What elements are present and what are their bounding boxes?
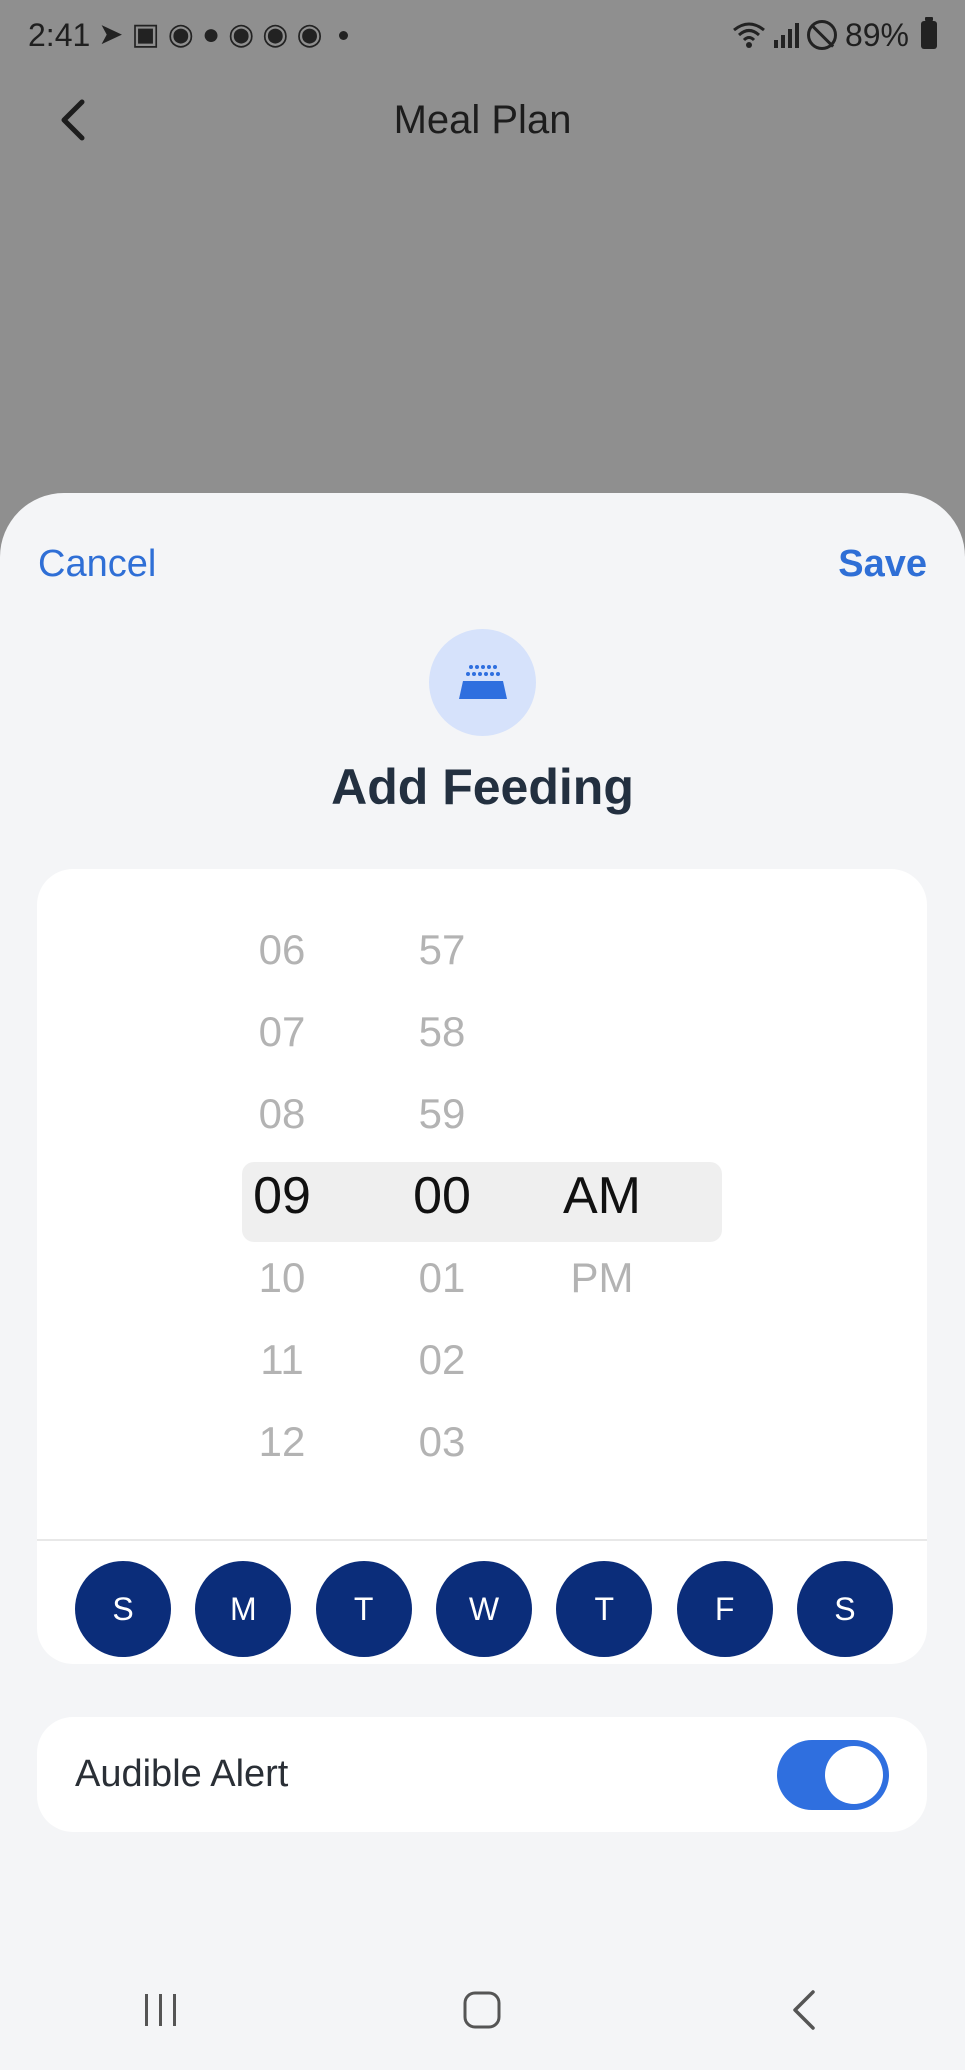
hour-selected[interactable]: 09 xyxy=(202,1155,362,1237)
hour-option[interactable]: 07 xyxy=(202,991,362,1073)
day-monday[interactable]: M xyxy=(195,1561,292,1657)
more-notifications-dot-icon xyxy=(338,30,348,40)
status-time: 2:41 xyxy=(28,16,91,53)
period-selected[interactable]: AM xyxy=(522,1155,682,1237)
save-button[interactable]: Save xyxy=(838,543,927,586)
hour-wheel[interactable]: 06 07 08 09 10 11 12 xyxy=(202,909,362,1483)
home-button[interactable] xyxy=(422,1960,542,2060)
sheet-actions: Cancel Save xyxy=(38,543,927,586)
audible-alert-row: Audible Alert xyxy=(37,1717,927,1832)
page-title: Meal Plan xyxy=(393,97,572,142)
threads-icon: ◉ xyxy=(167,18,194,51)
home-icon xyxy=(463,1991,501,2029)
signal-icon xyxy=(773,22,799,48)
minute-option[interactable]: 02 xyxy=(362,1319,522,1401)
discord-icon: ◉ xyxy=(228,18,255,51)
minute-option[interactable]: 57 xyxy=(362,909,522,991)
recent-apps-icon xyxy=(144,1994,176,2026)
recent-apps-button[interactable] xyxy=(101,1960,221,2060)
status-right: 89% xyxy=(732,17,937,54)
period-wheel[interactable]: AM PM xyxy=(522,909,682,1319)
minute-wheel[interactable]: 57 58 59 00 01 02 03 xyxy=(362,909,522,1483)
app-n-icon: ▣ xyxy=(131,18,160,51)
minute-selected[interactable]: 00 xyxy=(362,1155,522,1237)
minute-option[interactable]: 01 xyxy=(362,1237,522,1319)
minute-option[interactable]: 58 xyxy=(362,991,522,1073)
message-icon: ● xyxy=(201,18,221,51)
do-not-disturb-icon xyxy=(806,20,837,50)
day-thursday[interactable]: T xyxy=(556,1561,653,1657)
telegram-icon: ➤ xyxy=(98,18,124,51)
audible-alert-label: Audible Alert xyxy=(75,1753,289,1795)
minute-option[interactable]: 03 xyxy=(362,1401,522,1483)
period-empty xyxy=(522,991,682,1073)
day-selector: S M T W T F S xyxy=(75,1561,893,1657)
day-saturday[interactable]: S xyxy=(796,1561,893,1657)
day-sunday[interactable]: S xyxy=(75,1561,171,1657)
sheet-title: Add Feeding xyxy=(331,759,634,815)
period-empty xyxy=(522,909,682,991)
period-empty xyxy=(522,1073,682,1155)
hour-option[interactable]: 10 xyxy=(202,1237,362,1319)
battery-icon xyxy=(921,17,937,49)
picker-divider xyxy=(37,1539,927,1541)
toggle-knob xyxy=(825,1745,883,1804)
day-wednesday[interactable]: W xyxy=(435,1561,532,1657)
minute-option[interactable]: 59 xyxy=(362,1073,522,1155)
day-tuesday[interactable]: T xyxy=(315,1561,412,1657)
hour-option[interactable]: 12 xyxy=(202,1401,362,1483)
feeder-bowl-icon xyxy=(458,664,507,699)
discord-icon-3: ◉ xyxy=(296,18,323,51)
cancel-button[interactable]: Cancel xyxy=(38,543,156,586)
time-picker-card: 06 07 08 09 10 11 12 57 58 59 00 01 02 0… xyxy=(37,869,927,1664)
day-friday[interactable]: F xyxy=(676,1561,773,1657)
hour-option[interactable]: 06 xyxy=(202,909,362,991)
status-left: 2:41 ➤ ▣ ◉ ● ◉ ◉ ◉ xyxy=(28,17,348,54)
status-bar: 2:41 ➤ ▣ ◉ ● ◉ ◉ ◉ 89% xyxy=(0,0,965,70)
header: Meal Plan xyxy=(0,75,965,165)
feeder-icon-badge xyxy=(429,629,536,736)
hour-option[interactable]: 11 xyxy=(202,1319,362,1401)
screen: 2:41 ➤ ▣ ◉ ● ◉ ◉ ◉ 89% Meal Plan Cancel … xyxy=(0,0,965,2070)
hour-option[interactable]: 08 xyxy=(202,1073,362,1155)
period-option[interactable]: PM xyxy=(522,1237,682,1319)
battery-percent: 89% xyxy=(844,16,909,53)
back-arrow-icon xyxy=(793,1990,815,2030)
system-back-button[interactable] xyxy=(744,1960,864,2060)
wifi-icon xyxy=(733,22,765,48)
audible-alert-toggle[interactable] xyxy=(777,1739,889,1810)
add-feeding-sheet: Cancel Save Add Feeding 06 07 08 09 10 1… xyxy=(0,493,965,2070)
chevron-left-icon xyxy=(61,99,85,141)
system-nav-bar xyxy=(0,1950,965,2070)
back-button[interactable] xyxy=(48,95,98,145)
discord-icon-2: ◉ xyxy=(262,18,289,51)
